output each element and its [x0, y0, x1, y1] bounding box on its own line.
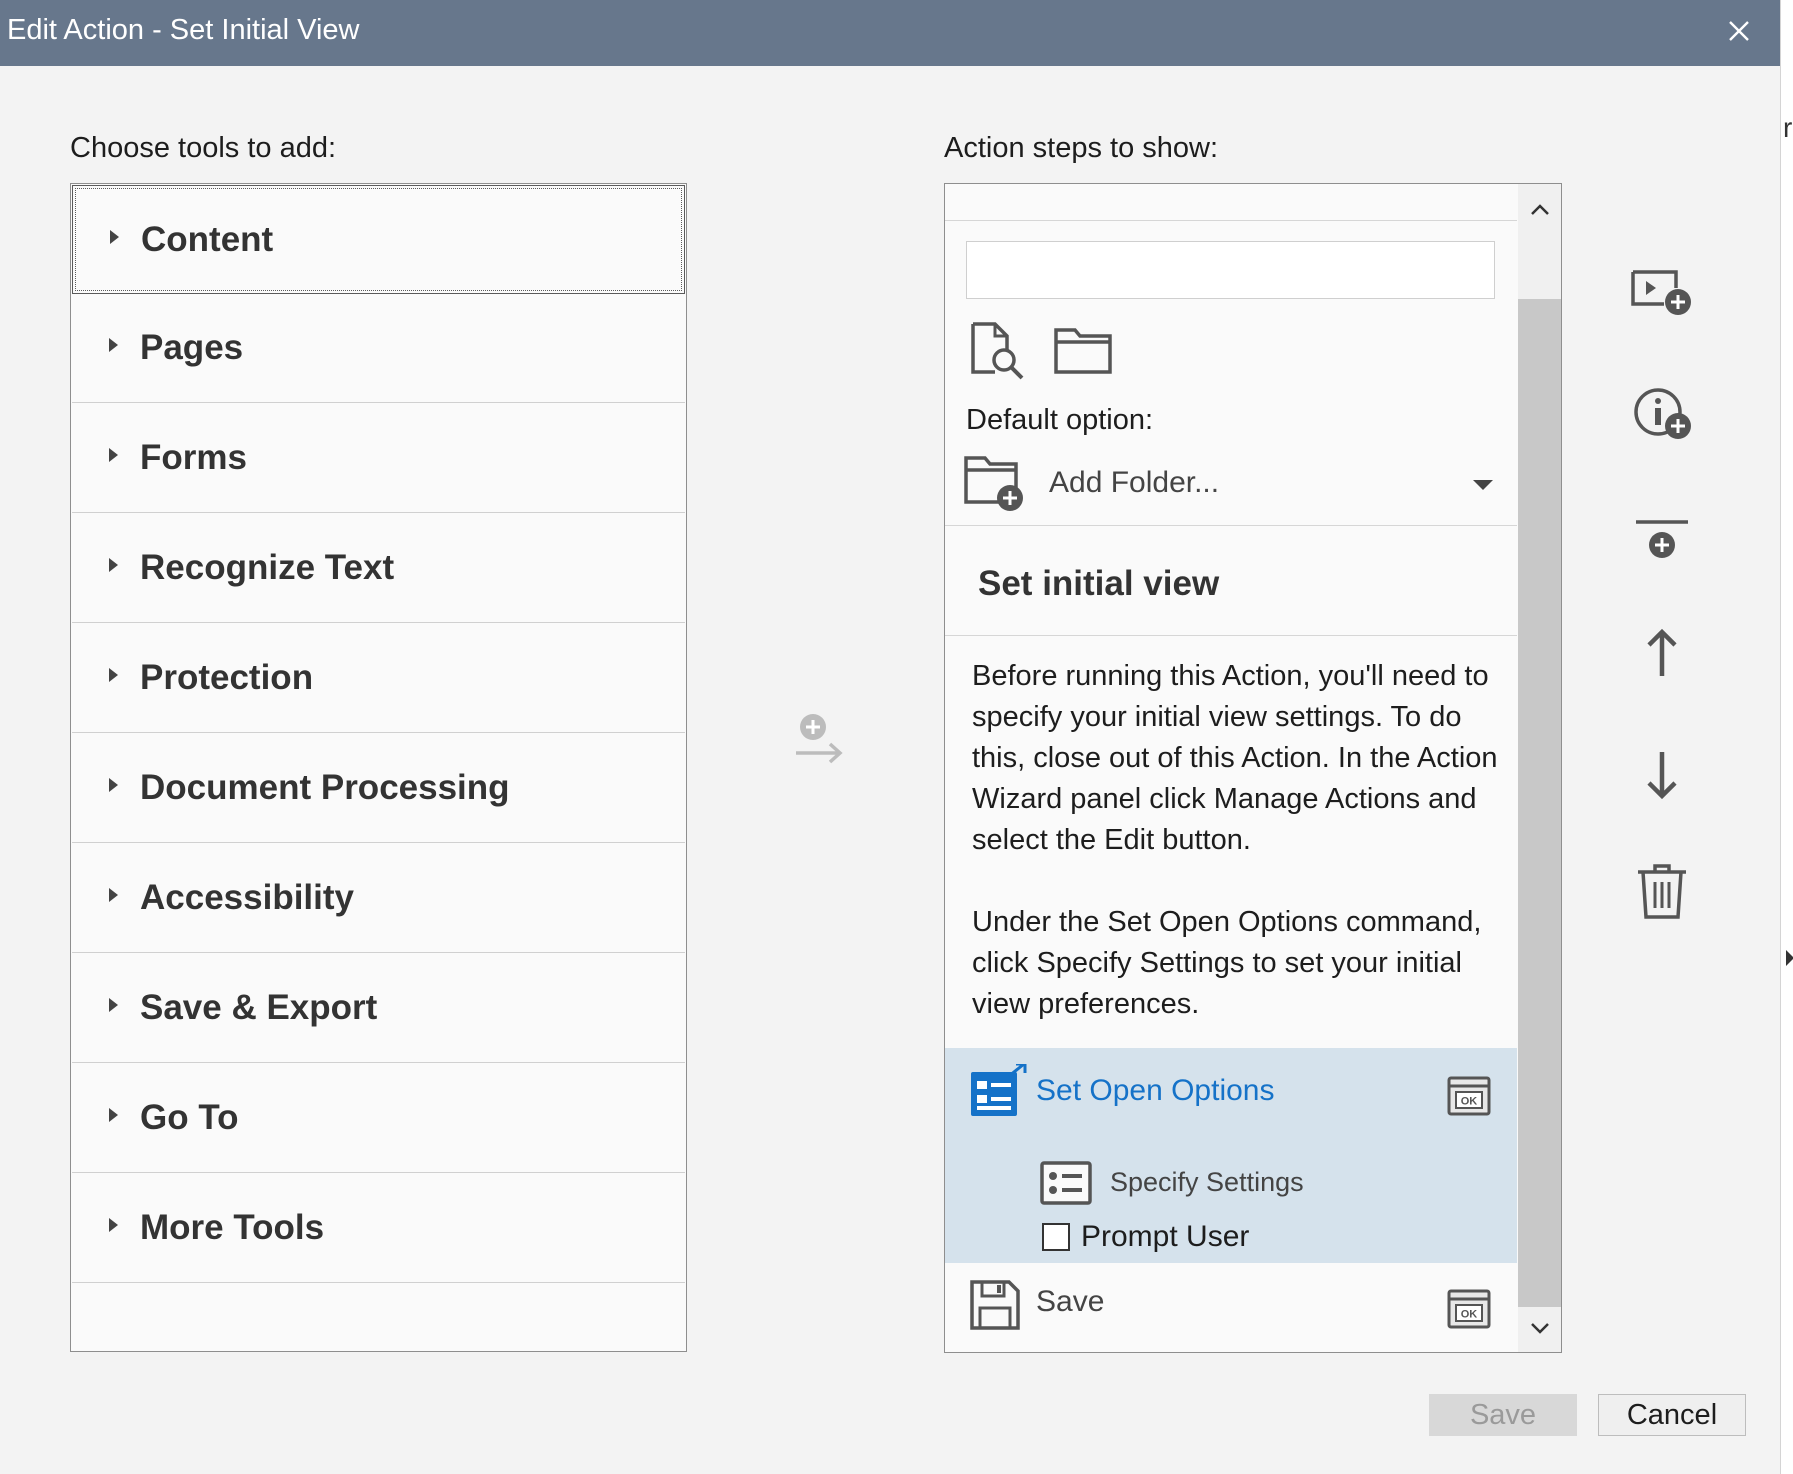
add-folder-icon: [964, 456, 1023, 511]
expand-caret-icon: [109, 668, 118, 682]
expand-caret-icon: [109, 1218, 118, 1232]
choose-tools-label: Choose tools to add:: [70, 132, 337, 164]
tool-category-label: Save & Export: [140, 988, 378, 1027]
save-step-label: Save: [1036, 1285, 1105, 1318]
edit-action-dialog: Edit Action - Set Initial View Choose to…: [0, 0, 1780, 1474]
scroll-down-icon[interactable]: [1528, 1316, 1552, 1340]
expand-caret-icon: [109, 888, 118, 902]
default-option-label: Default option:: [966, 404, 1154, 436]
save-disk-icon: [970, 1280, 1020, 1330]
window-title: Edit Action - Set Initial View: [7, 14, 360, 46]
tool-category-label: Go To: [140, 1098, 239, 1137]
prompt-user-checkbox[interactable]: [1042, 1223, 1070, 1251]
add-divider-icon[interactable]: [1628, 510, 1696, 578]
ok-dialog-toggle-icon[interactable]: OK: [1447, 1076, 1491, 1116]
add-tool-arrow-icon[interactable]: [792, 712, 846, 770]
tool-category-document-processing[interactable]: Document Processing: [72, 734, 685, 843]
add-action-step-icon[interactable]: [1628, 262, 1696, 330]
expand-caret-icon: [110, 230, 119, 244]
divider: [945, 525, 1517, 526]
svg-text:OK: OK: [1461, 1309, 1478, 1321]
tool-category-accessibility[interactable]: Accessibility: [72, 844, 685, 953]
close-icon[interactable]: [1718, 10, 1760, 52]
prompt-user-label: Prompt User: [1081, 1220, 1250, 1253]
instruction-paragraph: Before running this Action, you'll need …: [972, 660, 1498, 856]
tool-category-recognize-text[interactable]: Recognize Text: [72, 514, 685, 623]
section-title: Set initial view: [978, 564, 1220, 603]
tool-category-label: Content: [141, 220, 274, 259]
tool-category-label: Forms: [140, 438, 247, 477]
expand-caret-icon: [109, 1108, 118, 1122]
cancel-button[interactable]: Cancel: [1598, 1394, 1746, 1436]
move-up-icon[interactable]: [1628, 620, 1696, 688]
tool-category-content[interactable]: Content: [72, 185, 685, 294]
action-steps-list: Default option: Add Folder... Set initia…: [944, 183, 1562, 1353]
divider: [945, 220, 1517, 221]
tool-category-label: Protection: [140, 658, 314, 697]
save-step[interactable]: Save OK: [945, 1263, 1517, 1352]
instruction-paragraph: Under the Set Open Options command, clic…: [972, 906, 1482, 1020]
specify-settings-icon: [1040, 1161, 1092, 1205]
move-down-icon[interactable]: [1628, 740, 1696, 808]
vertical-scrollbar[interactable]: [1518, 184, 1561, 1352]
set-open-options-step[interactable]: Set Open Options OK Specify Settings Pro…: [945, 1048, 1517, 1263]
expand-caret-icon: [109, 448, 118, 462]
background-arrow-icon: [1786, 950, 1793, 966]
ok-dialog-toggle-icon[interactable]: OK: [1447, 1289, 1491, 1329]
tool-category-label: Document Processing: [140, 768, 510, 807]
scrollbar-thumb[interactable]: [1518, 299, 1561, 1307]
default-option-value: Add Folder...: [1049, 466, 1220, 499]
tools-list: Content Pages Forms Recognize Text Prote…: [70, 183, 687, 1352]
browse-file-icon[interactable]: [969, 320, 1029, 380]
background-window-edge: r: [1780, 0, 1793, 1474]
set-open-options-icon: [971, 1064, 1027, 1116]
tool-category-go-to[interactable]: Go To: [72, 1064, 685, 1173]
save-button[interactable]: Save: [1429, 1394, 1577, 1436]
expand-caret-icon: [109, 338, 118, 352]
expand-caret-icon: [109, 998, 118, 1012]
tool-category-save-export[interactable]: Save & Export: [72, 954, 685, 1063]
set-open-options-label: Set Open Options: [1036, 1074, 1275, 1107]
tool-category-label: Recognize Text: [140, 548, 395, 587]
tool-category-more-tools[interactable]: More Tools: [72, 1174, 685, 1283]
expand-caret-icon: [109, 778, 118, 792]
background-window-fragment: r: [1783, 112, 1793, 143]
svg-text:OK: OK: [1461, 1096, 1478, 1108]
add-instruction-icon[interactable]: [1628, 382, 1696, 450]
action-steps-label: Action steps to show:: [944, 132, 1219, 164]
folder-icon[interactable]: [1053, 324, 1113, 376]
tool-category-forms[interactable]: Forms: [72, 404, 685, 513]
default-option-dropdown[interactable]: Add Folder...: [961, 450, 1501, 522]
expand-caret-icon: [109, 558, 118, 572]
tool-category-label: More Tools: [140, 1208, 325, 1247]
step-name-input[interactable]: [966, 241, 1495, 299]
scroll-up-icon[interactable]: [1528, 198, 1552, 222]
delete-icon[interactable]: [1628, 858, 1696, 926]
tool-category-protection[interactable]: Protection: [72, 624, 685, 733]
tool-category-label: Accessibility: [140, 878, 354, 917]
divider: [945, 635, 1517, 636]
tool-category-label: Pages: [140, 328, 244, 367]
specify-settings-link[interactable]: Specify Settings: [1110, 1167, 1304, 1198]
title-bar: Edit Action - Set Initial View: [0, 0, 1780, 66]
tool-category-pages[interactable]: Pages: [72, 294, 685, 403]
chevron-down-icon: [1473, 480, 1493, 490]
